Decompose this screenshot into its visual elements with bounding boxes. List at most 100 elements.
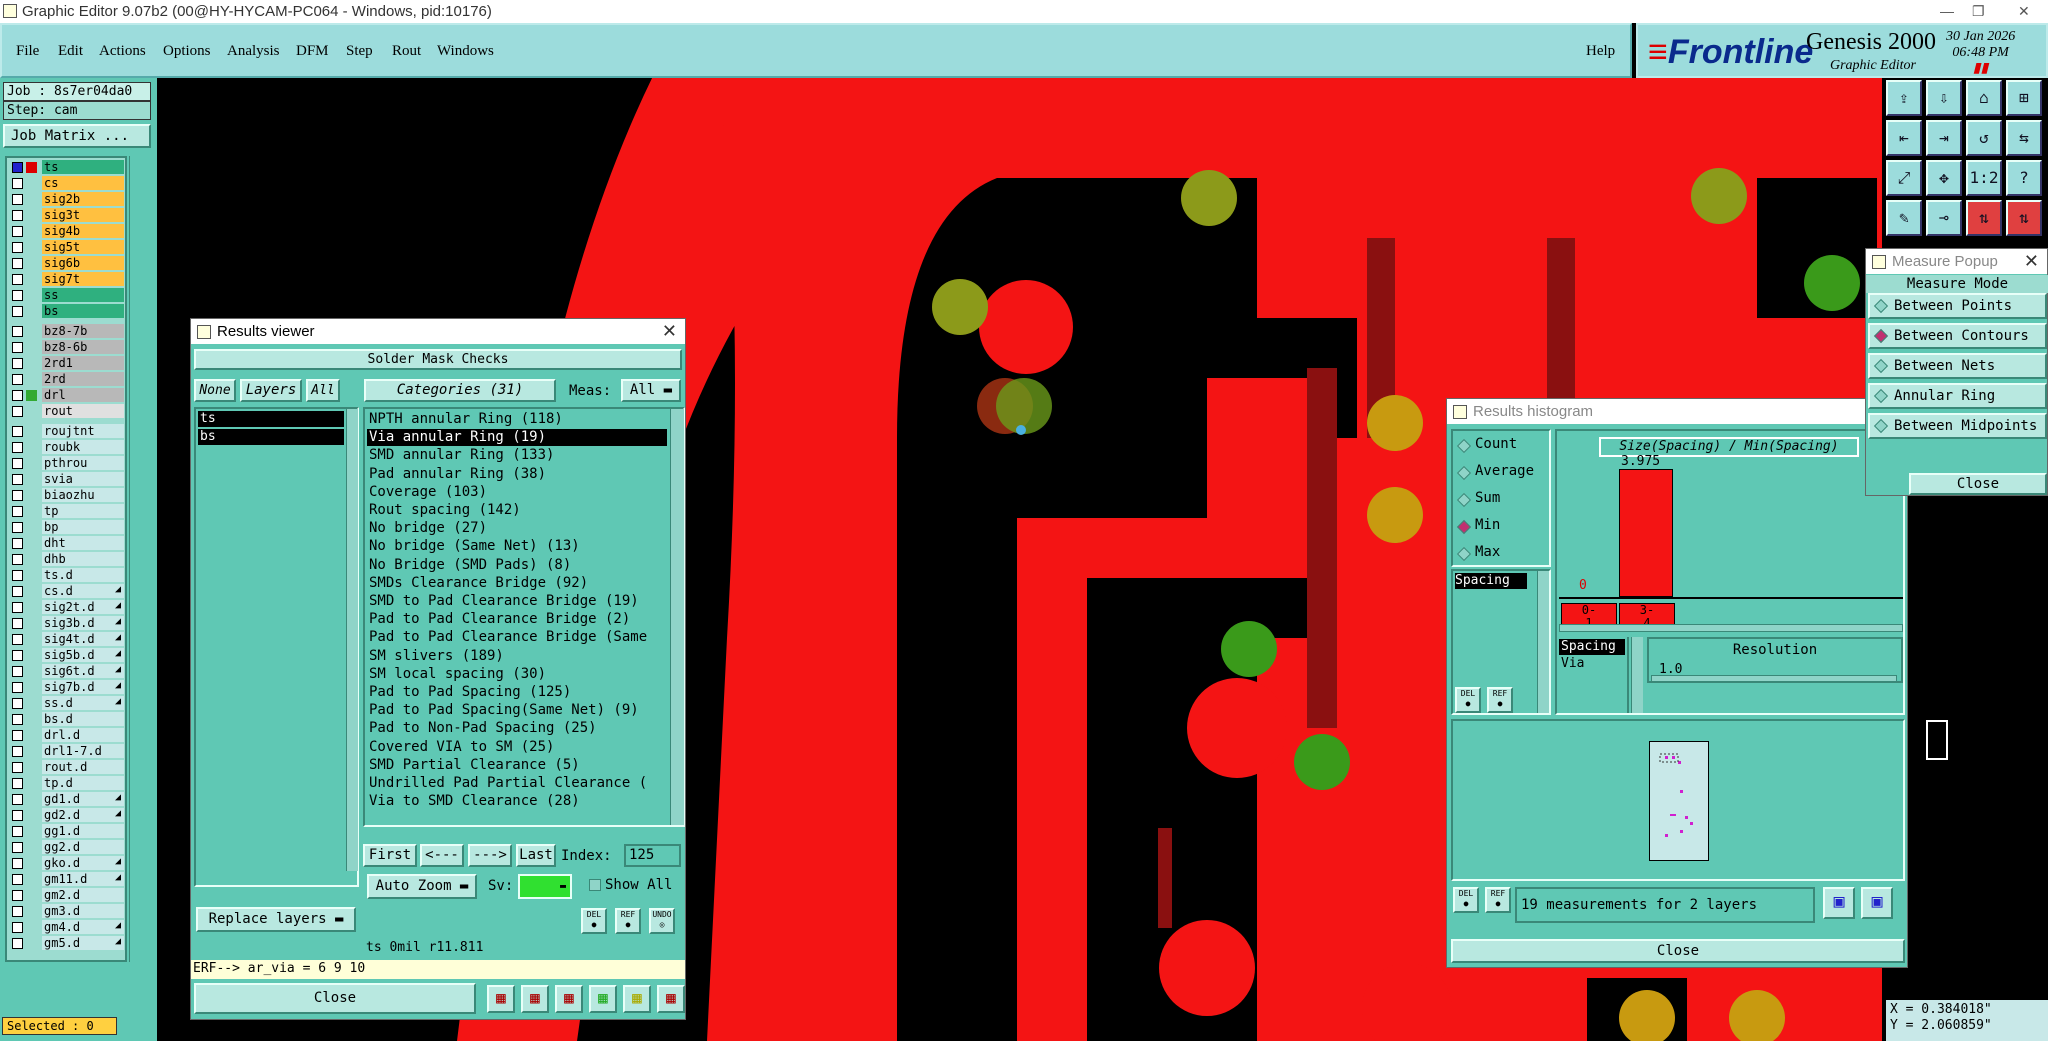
menu-analysis[interactable]: Analysis [227, 43, 280, 60]
category-scrollbar[interactable] [670, 409, 684, 825]
layer-row[interactable]: sig4t.d ◢ [9, 632, 125, 647]
menu-file[interactable]: File [16, 43, 39, 60]
measure-mode-option[interactable]: Between Nets [1868, 353, 2047, 379]
none-button[interactable]: None [194, 379, 236, 402]
layer-row[interactable]: roubk [9, 440, 125, 455]
layer-row[interactable]: drl.d [9, 728, 125, 743]
measure-mode-option[interactable]: Between Contours [1868, 323, 2047, 349]
layer-checkbox[interactable] [12, 194, 23, 205]
fit-icon[interactable]: ⤢ [1886, 160, 1922, 196]
layer-row[interactable]: rout.d [9, 760, 125, 775]
edit-icon[interactable]: ✎ [1886, 200, 1922, 236]
measure-alt-icon[interactable]: ⇅ [2006, 200, 2042, 236]
category-item[interactable]: SM slivers (189) [367, 648, 667, 665]
layer-checkbox[interactable] [12, 210, 23, 221]
next-button[interactable]: ---> [468, 844, 512, 867]
layer-row[interactable]: sig4b [9, 224, 125, 239]
layer-row[interactable]: sig2t.d ◢ [9, 600, 125, 615]
grid-icon[interactable]: ⊞ [2006, 80, 2042, 116]
layer-checkbox[interactable] [12, 778, 23, 789]
layer-row[interactable]: gm5.d ◢ [9, 936, 125, 951]
clear-icon[interactable]: ▦ [555, 985, 583, 1013]
layer-row[interactable]: sig7t [9, 272, 125, 287]
layer-row[interactable]: 2rd [9, 372, 125, 387]
menu-windows[interactable]: Windows [437, 43, 494, 60]
export-icon[interactable]: ⇩ [1926, 80, 1962, 116]
layer-checkbox[interactable] [12, 746, 23, 757]
layer-checkbox[interactable] [12, 258, 23, 269]
layer-row[interactable]: sig6b [9, 256, 125, 271]
option-radio[interactable] [1456, 438, 1472, 454]
layer-checkbox[interactable] [12, 342, 23, 353]
layer-checkbox[interactable] [12, 242, 23, 253]
layer-checkbox[interactable] [12, 858, 23, 869]
measure-mode-option[interactable]: Annular Ring [1868, 383, 2047, 409]
layer-row[interactable]: ss.d ◢ [9, 696, 125, 711]
layer-checkbox[interactable] [12, 666, 23, 677]
help-icon[interactable]: ? [2006, 160, 2042, 196]
menu-dfm[interactable]: DFM [296, 43, 329, 60]
layer-up-icon[interactable]: ▦ [487, 985, 515, 1013]
layer-row[interactable]: cs.d ◢ [9, 584, 125, 599]
list-scrollbar[interactable] [1537, 571, 1549, 713]
menu-help[interactable]: Help [1586, 43, 1615, 60]
category-item[interactable]: NPTH annular Ring (118) [367, 411, 667, 428]
category-item[interactable]: Pad to Non-Pad Spacing (25) [367, 720, 667, 737]
layer-checkbox[interactable] [12, 810, 23, 821]
category-item[interactable]: SMD Partial Clearance (5) [367, 757, 667, 774]
layer-checkbox[interactable] [12, 586, 23, 597]
preview-del-button[interactable]: DEL ● [1453, 887, 1479, 913]
layer-color-icon[interactable]: ▦ [521, 985, 549, 1013]
zoom-ratio-icon[interactable]: 1:2 [1966, 160, 2002, 196]
minimize-button[interactable]: — [1940, 0, 1954, 23]
close-icon[interactable]: ✕ [662, 319, 677, 344]
layer-row[interactable]: dht [9, 536, 125, 551]
layer-row[interactable]: tp [9, 504, 125, 519]
menu-options[interactable]: Options [163, 43, 211, 60]
layer-row[interactable]: bs [9, 304, 125, 319]
layer-list-scrollbar[interactable] [129, 156, 153, 962]
layer-checkbox[interactable] [12, 602, 23, 613]
measure-close-button[interactable]: Close [1909, 473, 2047, 495]
replace-layers-dropdown[interactable]: Replace layers ▬ [196, 907, 356, 932]
layer-checkbox[interactable] [12, 406, 23, 417]
meas-dropdown[interactable]: All ▬ [621, 379, 681, 402]
layer-row[interactable]: dhb [9, 552, 125, 567]
layer-row[interactable]: sig6t.d ◢ [9, 664, 125, 679]
layer-row[interactable]: ss [9, 288, 125, 303]
histogram-close-button[interactable]: Close [1451, 939, 1905, 963]
layer-color-swatch[interactable] [26, 390, 37, 401]
category-item[interactable]: Via to SMD Clearance (28) [367, 793, 667, 810]
report-icon[interactable]: ▦ [623, 985, 651, 1013]
layer-checkbox[interactable] [12, 554, 23, 565]
import-icon[interactable]: ⇪ [1886, 80, 1922, 116]
layer-row[interactable]: bp [9, 520, 125, 535]
category-item[interactable]: SM local spacing (30) [367, 666, 667, 683]
layer-checkbox[interactable] [12, 506, 23, 517]
layer-row[interactable]: bs.d [9, 712, 125, 727]
layer-row[interactable]: gm2.d [9, 888, 125, 903]
layer-row[interactable]: sig2b [9, 192, 125, 207]
layer-row[interactable]: tp.d [9, 776, 125, 791]
layer-checkbox[interactable] [12, 762, 23, 773]
category-item[interactable]: Pad to Pad Clearance Bridge (Same [367, 629, 667, 646]
zoom-selected-icon[interactable]: ▣ [1861, 887, 1893, 919]
option-radio[interactable] [1456, 492, 1472, 508]
layer-row[interactable]: gm3.d [9, 904, 125, 919]
option-radio[interactable] [1456, 465, 1472, 481]
layer-checkbox[interactable] [12, 938, 23, 949]
layer-checkbox[interactable] [12, 714, 23, 725]
layer-row[interactable]: drl1-7.d [9, 744, 125, 759]
preview-ref-button[interactable]: REF ● [1485, 887, 1511, 913]
chart-icon[interactable]: ▦ [657, 985, 685, 1013]
layer-row[interactable]: sig5t [9, 240, 125, 255]
layer-row[interactable]: gko.d ◢ [9, 856, 125, 871]
show-all-checkbox[interactable] [589, 879, 601, 891]
layer-checkbox[interactable] [12, 522, 23, 533]
layer-checkbox[interactable] [12, 358, 23, 369]
categories-button[interactable]: Categories (31) [364, 379, 556, 402]
category-item[interactable]: SMD annular Ring (133) [367, 447, 667, 464]
hist-del-button[interactable]: DEL ● [1455, 687, 1481, 713]
maximize-button[interactable]: ❐ [1972, 0, 1985, 23]
layer-checkbox[interactable] [12, 442, 23, 453]
